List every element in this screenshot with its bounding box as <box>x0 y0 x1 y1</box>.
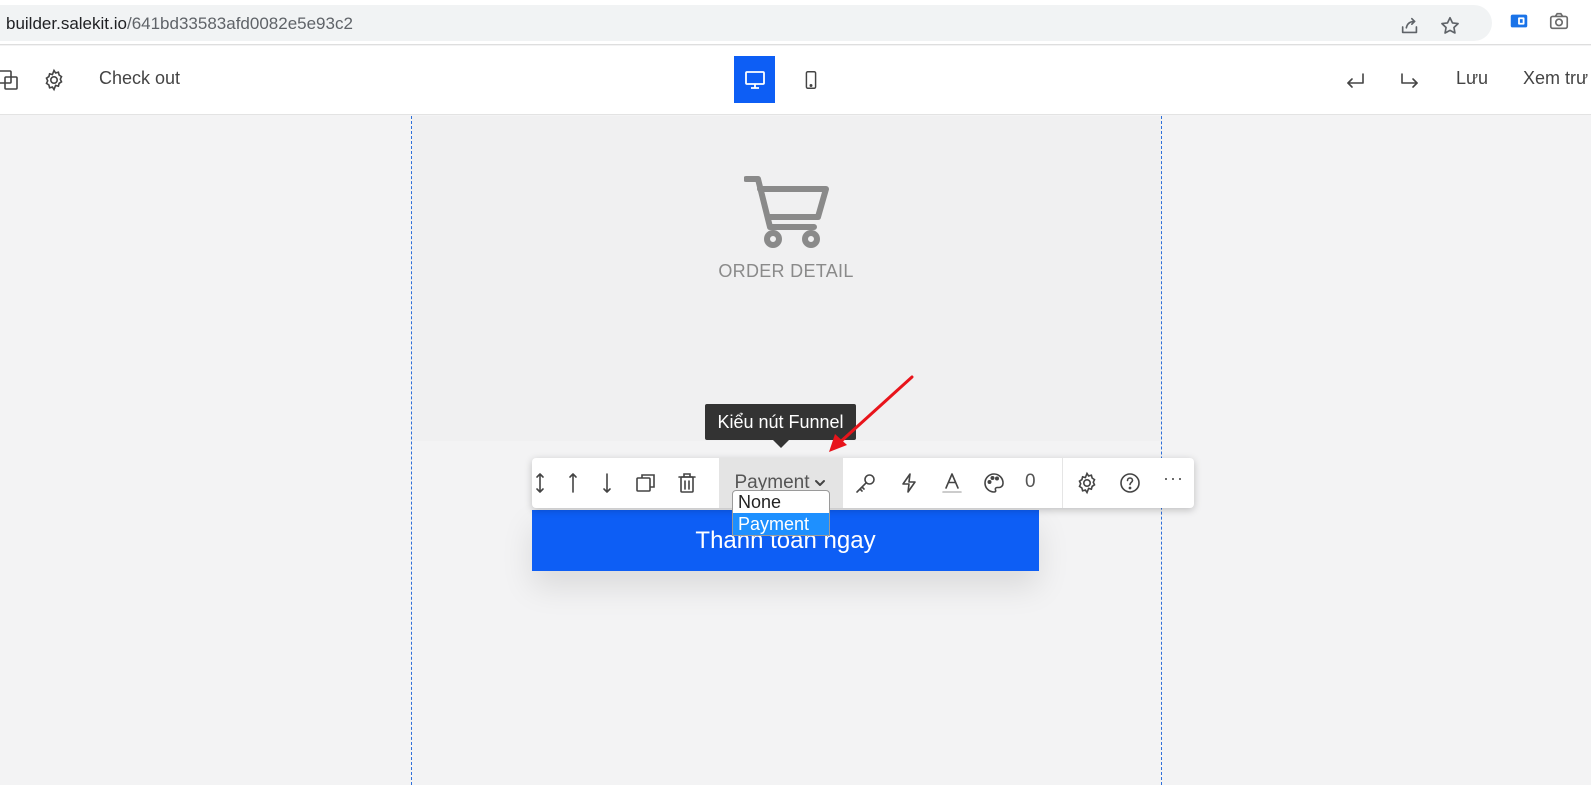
lightning-bolt-icon[interactable] <box>897 471 921 495</box>
toolbar-divider <box>1062 458 1063 508</box>
share-icon[interactable] <box>1399 15 1421 37</box>
desktop-view-button[interactable] <box>734 56 775 103</box>
move-up-icon[interactable] <box>561 471 585 495</box>
delete-trash-icon[interactable] <box>675 471 699 495</box>
left-guide-line <box>411 116 412 785</box>
extension-icon[interactable] <box>1508 10 1530 32</box>
right-guide-line <box>1161 116 1162 785</box>
tooltip-arrow <box>773 440 789 448</box>
text-color-icon[interactable] <box>940 471 964 495</box>
editor-toolbar: Check out Lưu Xem trư <box>0 46 1591 115</box>
color-palette-icon[interactable] <box>982 471 1006 495</box>
undo-icon[interactable] <box>1343 68 1367 92</box>
settings-gear-icon[interactable] <box>42 68 66 92</box>
desktop-monitor-icon <box>744 70 765 89</box>
bookmark-star-icon[interactable] <box>1439 15 1461 37</box>
settings-gear-icon[interactable] <box>1075 471 1099 495</box>
move-down-icon[interactable] <box>595 471 619 495</box>
key-icon[interactable] <box>854 471 878 495</box>
duplicate-icon[interactable] <box>634 471 658 495</box>
element-toolbar: Payment 0 ··· <box>532 458 1194 508</box>
mobile-phone-icon <box>805 70 817 89</box>
editor-canvas: ORDER DETAIL Thanh toán ngay Payment 0 ·… <box>0 116 1591 785</box>
button-type-dropdown: None Payment <box>732 490 830 536</box>
screenshot-camera-icon[interactable] <box>1548 10 1570 32</box>
mobile-view-button[interactable] <box>796 56 826 103</box>
redo-icon[interactable] <box>1398 68 1422 92</box>
shopping-cart-icon <box>744 176 829 248</box>
dropdown-option-payment[interactable]: Payment <box>733 513 829 535</box>
chevron-down-icon <box>815 480 826 486</box>
url-path: /641bd33583afd0082e5e93c2 <box>126 14 353 33</box>
order-detail-title: ORDER DETAIL <box>718 261 854 281</box>
page-name: Check out <box>99 68 181 88</box>
browser-address-bar: builder.salekit.io/641bd33583afd0082e5e9… <box>0 0 1591 45</box>
annotation-arrow <box>829 375 914 452</box>
url-omnibox[interactable]: builder.salekit.io/641bd33583afd0082e5e9… <box>0 5 1492 41</box>
save-button[interactable]: Lưu <box>1456 68 1488 89</box>
url-text[interactable]: builder.salekit.io/641bd33583afd0082e5e9… <box>6 14 353 34</box>
animation-count: 0 <box>1025 471 1036 492</box>
layers-icon[interactable] <box>0 68 20 92</box>
more-options-button[interactable]: ··· <box>1163 468 1184 489</box>
url-host: builder.salekit.io <box>6 14 127 33</box>
dropdown-option-none[interactable]: None <box>733 491 829 513</box>
app-window: builder.salekit.io/641bd33583afd0082e5e9… <box>0 0 1591 785</box>
preview-button[interactable]: Xem trư <box>1523 68 1588 89</box>
resize-vertical-icon[interactable] <box>528 471 552 495</box>
help-question-icon[interactable] <box>1118 471 1142 495</box>
